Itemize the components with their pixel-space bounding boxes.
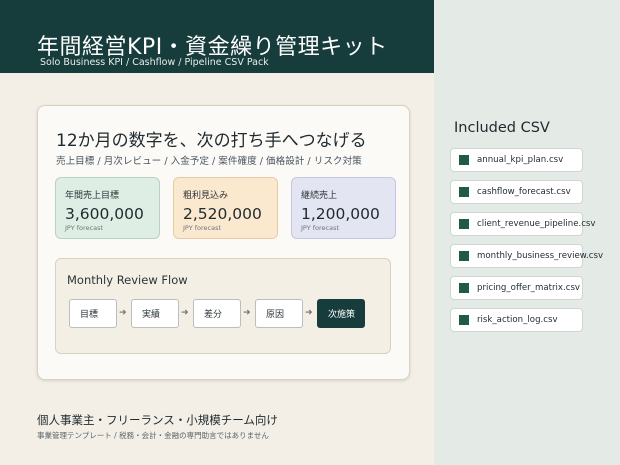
csv-file-icon (459, 187, 469, 197)
csv-file-cashflow-forecast[interactable]: cashflow_forecast.csv (450, 180, 583, 204)
header-banner: 年間経営KPI・資金繰り管理キット Solo Business KPI / Ca… (0, 0, 434, 73)
arrow-right-icon: ➜ (119, 308, 127, 318)
kpi-card-recurring-revenue: 継続売上 1,200,000 JPY forecast (291, 177, 396, 239)
kpi-value: 2,520,000 (183, 205, 262, 223)
csv-file-name: annual_kpi_plan.csv (477, 155, 564, 165)
csv-file-pricing-offer-matrix[interactable]: pricing_offer_matrix.csv (450, 276, 583, 300)
arrow-right-icon: ➜ (243, 308, 251, 318)
csv-file-name: pricing_offer_matrix.csv (477, 283, 581, 293)
flow-step-goal: 目標 (69, 299, 117, 328)
footer-target-audience: 個人事業主・フリーランス・小規模チーム向け (37, 413, 278, 427)
kpi-label: 年間売上目標 (65, 191, 120, 201)
included-csv-panel: Included CSV annual_kpi_plan.csv cashflo… (434, 0, 620, 465)
flow-title: Monthly Review Flow (67, 273, 188, 287)
kpi-unit: JPY forecast (65, 224, 104, 232)
main-card: 12か月の数字を、次の打ち手へつなげる 売上目標 / 月次レビュー / 入金予定… (37, 105, 410, 380)
footer-disclaimer: 事業管理テンプレート / 税務・会計・金融の専門助言ではありません (37, 431, 269, 440)
csv-file-icon (459, 219, 469, 229)
kpi-label: 継続売上 (301, 191, 338, 201)
csv-file-icon (459, 315, 469, 325)
kpi-card-gross-profit-forecast: 粗利見込み 2,520,000 JPY forecast (173, 177, 278, 239)
csv-file-icon (459, 283, 469, 293)
kpi-unit: JPY forecast (183, 224, 222, 232)
arrow-right-icon: ➜ (181, 308, 189, 318)
flow-step-actual: 実績 (131, 299, 179, 328)
kpi-card-annual-revenue-target: 年間売上目標 3,600,000 JPY forecast (55, 177, 160, 239)
csv-file-name: client_revenue_pipeline.csv (477, 219, 596, 229)
main-headline: 12か月の数字を、次の打ち手へつなげる (56, 131, 367, 151)
keyword-list: 売上目標 / 月次レビュー / 入金予定 / 案件確度 / 価格設計 / リスク… (56, 156, 362, 167)
page-subtitle: Solo Business KPI / Cashflow / Pipeline … (40, 57, 269, 68)
csv-file-name: risk_action_log.csv (477, 315, 558, 325)
kpi-label: 粗利見込み (183, 191, 229, 201)
csv-file-monthly-business-review[interactable]: monthly_business_review.csv (450, 244, 603, 268)
csv-file-annual-kpi-plan[interactable]: annual_kpi_plan.csv (450, 148, 583, 172)
kpi-value: 1,200,000 (301, 205, 380, 223)
arrow-right-icon: ➜ (305, 308, 313, 318)
flow-step-next-action: 次施策 (317, 299, 365, 328)
monthly-review-flow: Monthly Review Flow 目標 ➜ 実績 ➜ 差分 ➜ 原因 ➜ … (55, 258, 391, 354)
included-csv-title: Included CSV (454, 120, 550, 136)
kpi-unit: JPY forecast (301, 224, 340, 232)
csv-file-icon (459, 251, 469, 261)
csv-file-icon (459, 155, 469, 165)
flow-step-cause: 原因 (255, 299, 303, 328)
csv-file-client-revenue-pipeline[interactable]: client_revenue_pipeline.csv (450, 212, 596, 236)
flow-step-variance: 差分 (193, 299, 241, 328)
kpi-value: 3,600,000 (65, 205, 144, 223)
csv-file-name: monthly_business_review.csv (477, 251, 604, 261)
csv-file-name: cashflow_forecast.csv (477, 187, 571, 197)
csv-file-risk-action-log[interactable]: risk_action_log.csv (450, 308, 583, 332)
